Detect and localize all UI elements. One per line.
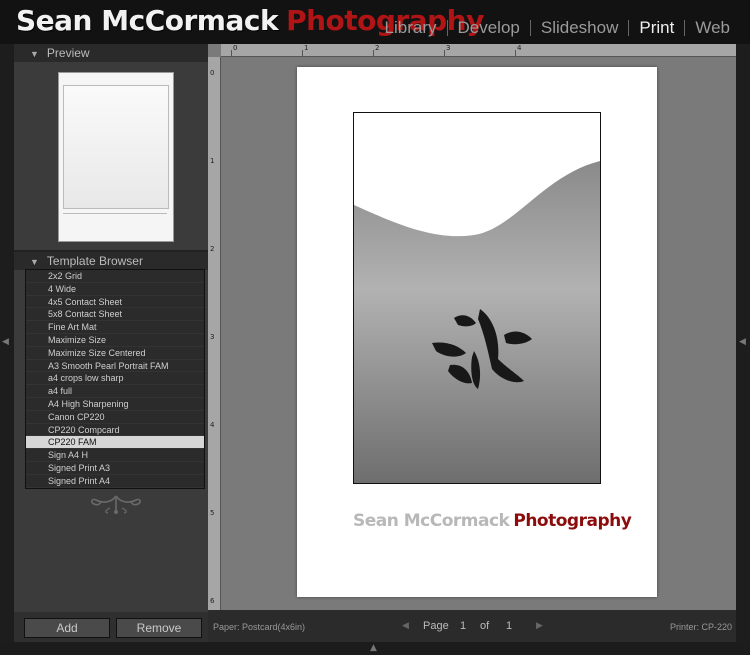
template-item[interactable]: Canon CP220 (26, 411, 204, 424)
module-print[interactable]: Print (629, 18, 684, 38)
ruler-label: 6 (210, 597, 215, 605)
top-ruler: 0 1 2 3 4 (221, 44, 736, 57)
template-item[interactable]: Sign A4 H (26, 449, 204, 462)
remove-button[interactable]: Remove (116, 618, 202, 638)
template-item[interactable]: Signed Print A4 (26, 475, 204, 488)
preview-divider (63, 213, 167, 214)
module-library[interactable]: Library (375, 18, 447, 38)
template-item[interactable]: CP220 Compcard (26, 424, 204, 437)
preview-image-cell (63, 85, 169, 209)
status-bar: Paper: Postcard(4x6in) ◀ Page 1 of 1 ▶ P… (208, 610, 736, 642)
right-panel-toggle-strip[interactable]: ◀ (736, 44, 750, 655)
left-panel-toggle-strip[interactable]: ◀ (0, 44, 14, 655)
left-ruler: 0 1 2 3 4 5 6 (208, 57, 221, 610)
template-item[interactable]: Fine Art Mat (26, 321, 204, 334)
page-number: 1 (460, 620, 467, 632)
template-browser-header[interactable]: ▼ Template Browser (14, 252, 208, 270)
ruler-label: 2 (210, 245, 215, 253)
preview-panel-title: Preview (46, 46, 90, 60)
expand-right-icon[interactable]: ◀ (739, 337, 746, 347)
identity-plate-photography: Photography (513, 511, 632, 531)
template-list: 2x2 Grid 4 Wide 4x5 Contact Sheet 5x8 Co… (25, 269, 205, 489)
previous-page-icon[interactable]: ◀ (402, 620, 409, 631)
ruler-label: 0 (233, 44, 238, 52)
page-identity-plate[interactable]: Sean McCormack Photography (353, 511, 632, 531)
template-item[interactable]: 4 Wide (26, 283, 204, 296)
ruler-label: 4 (517, 44, 522, 52)
template-browser-title: Template Browser (46, 254, 143, 268)
photo-cell[interactable] (353, 112, 601, 484)
module-slideshow[interactable]: Slideshow (531, 18, 629, 38)
module-picker: Library Develop Slideshow Print Web (375, 16, 740, 40)
page-label: Page (423, 620, 449, 632)
template-item[interactable]: Signed Print A3 (26, 462, 204, 475)
of-label: of (480, 620, 490, 632)
ruler-label: 4 (210, 421, 215, 429)
template-item[interactable]: 5x8 Contact Sheet (26, 308, 204, 322)
page-total: 1 (506, 620, 513, 632)
expand-filmstrip-icon[interactable]: ▲ (370, 643, 377, 653)
module-web[interactable]: Web (685, 18, 740, 38)
template-item[interactable]: a4 crops low sharp (26, 372, 204, 386)
filmstrip-toggle-strip[interactable]: ▲ (0, 642, 750, 655)
ruler-label: 5 (210, 509, 215, 517)
ruler-label: 3 (446, 44, 451, 52)
paper-size: Paper: Postcard(4x6in) (213, 622, 306, 632)
ruler-label: 1 (304, 44, 309, 52)
identity-name: Sean McCormack (16, 4, 279, 37)
preview-panel-header[interactable]: ▼ Preview (14, 44, 208, 62)
ruler-label: 3 (210, 333, 215, 341)
ruler-label: 0 (210, 69, 215, 77)
panel-end-ornament-icon (91, 495, 141, 514)
ruler-label: 1 (210, 157, 215, 165)
ruler-label: 2 (375, 44, 380, 52)
print-page: Sean McCormack Photography (297, 67, 657, 597)
print-canvas: 0 1 2 3 4 0 1 2 3 4 5 6 Sean McCormack P… (208, 44, 736, 610)
layout-preview (58, 72, 174, 242)
template-item[interactable]: A4 High Sharpening (26, 398, 204, 411)
template-item-selected[interactable]: CP220 FAM (26, 436, 204, 450)
template-item[interactable]: a4 full (26, 385, 204, 398)
next-page-icon[interactable]: ▶ (536, 620, 543, 631)
disclosure-triangle-icon[interactable]: ▼ (30, 45, 39, 63)
template-buttons-bar: Add Remove (14, 612, 208, 642)
template-item[interactable]: A3 Smooth Pearl Portrait FAM (26, 360, 204, 373)
left-panel: ▼ Preview ▼ Template Browser 2x2 Grid 4 Wi… (14, 44, 208, 614)
collapse-left-icon[interactable]: ◀ (2, 337, 9, 347)
identity-plate-name: Sean McCormack (353, 511, 510, 531)
template-item[interactable]: Maximize Size Centered (26, 347, 204, 360)
template-item[interactable]: 2x2 Grid (26, 270, 204, 283)
printer-name: Printer: CP-220 (669, 622, 732, 632)
template-item[interactable]: 4x5 Contact Sheet (26, 296, 204, 309)
template-item[interactable]: Maximize Size (26, 334, 204, 347)
top-bar: Sean McCormack Photography Library Develo… (0, 0, 750, 44)
add-button[interactable]: Add (24, 618, 110, 638)
module-develop[interactable]: Develop (448, 18, 530, 38)
